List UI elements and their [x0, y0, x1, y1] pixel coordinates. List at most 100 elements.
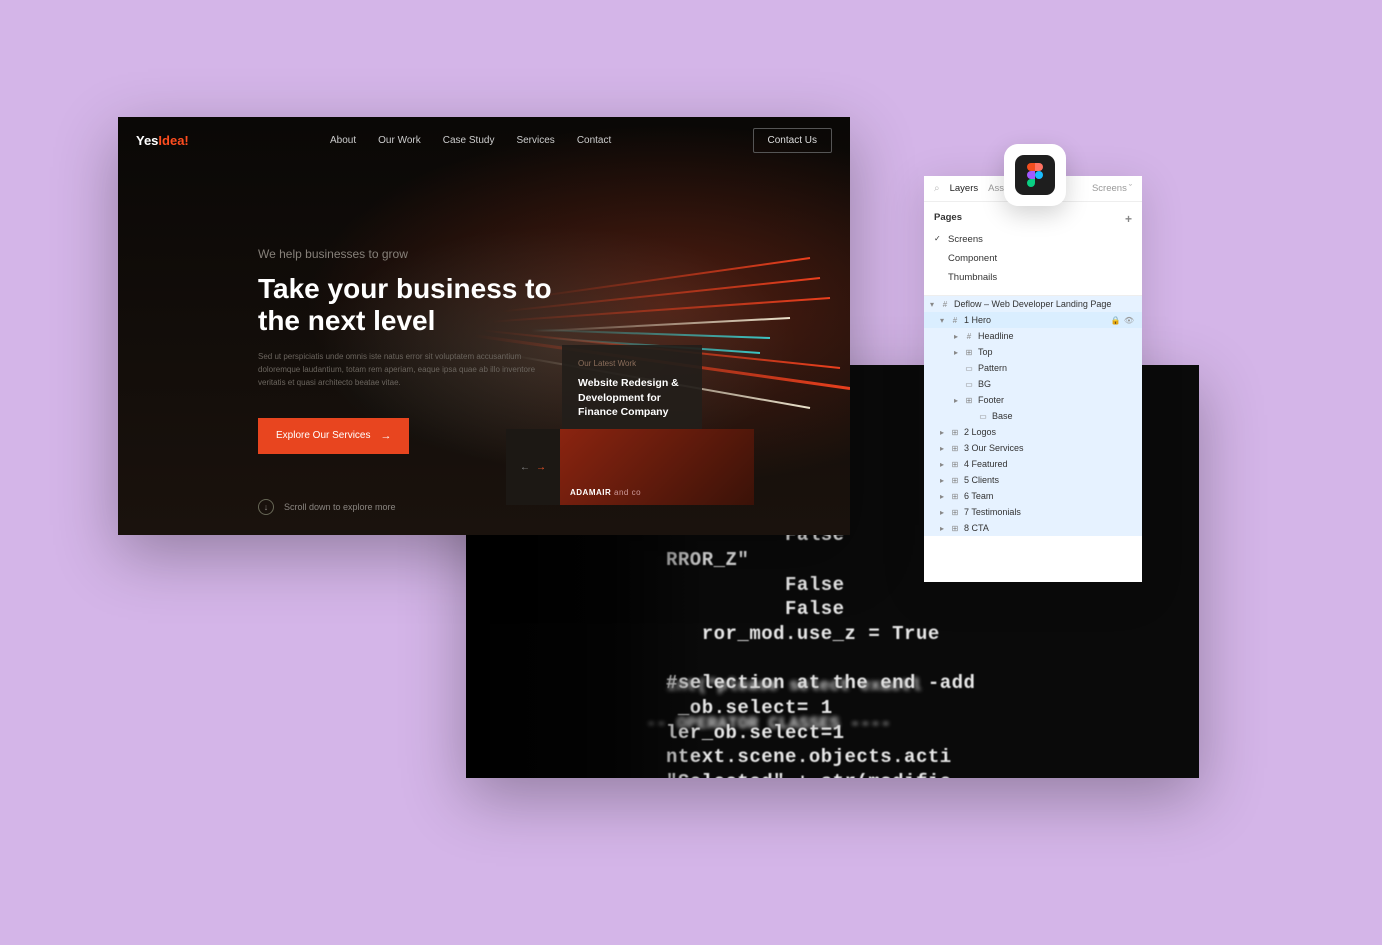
work-card-eyebrow: Our Latest Work: [578, 359, 686, 368]
work-thumbnail: ← → ADAMAIR and co: [506, 429, 754, 505]
layer-name: Headline: [978, 331, 1134, 341]
arrow-right-icon: →: [380, 430, 391, 442]
layer-name: Footer: [978, 395, 1134, 405]
layer-type-icon: ⊞: [950, 444, 960, 453]
layer-name: Base: [992, 411, 1134, 421]
chevron-icon[interactable]: ▸: [938, 524, 946, 533]
chevron-icon[interactable]: ▸: [938, 460, 946, 469]
layer-name: 7 Testimonials: [964, 507, 1134, 517]
layer-row[interactable]: ▸ # Headline: [924, 328, 1142, 344]
cta-label: Explore Our Services: [276, 430, 370, 441]
layer-name: Pattern: [978, 363, 1134, 373]
chevron-icon[interactable]: ▾: [938, 316, 946, 325]
layer-type-icon: ⊞: [964, 396, 974, 405]
add-page-icon[interactable]: +: [1125, 212, 1132, 226]
layer-type-icon: ⊞: [950, 428, 960, 437]
figma-layers-panel: ⌕ Layers Assets Screens ˇ Pages + Screen…: [924, 176, 1142, 582]
thumb-brand: ADAMAIR and co: [570, 488, 641, 497]
scroll-hint-label: Scroll down to explore more: [284, 502, 396, 512]
nav-services[interactable]: Services: [516, 135, 554, 146]
contact-us-button[interactable]: Contact Us: [753, 128, 832, 153]
layer-row[interactable]: ▭Pattern: [924, 360, 1142, 376]
layer-row[interactable]: ▸ ⊞ 7 Testimonials: [924, 504, 1142, 520]
chevron-icon[interactable]: ▸: [938, 444, 946, 453]
chevron-icon[interactable]: ▸: [938, 508, 946, 517]
hero-headline: Take your business to the next level: [258, 273, 578, 337]
hero-section: We help businesses to grow Take your bus…: [258, 247, 578, 454]
layer-name: Top: [978, 347, 1134, 357]
visibility-icon[interactable]: 👁: [1124, 316, 1134, 325]
thumb-image[interactable]: ADAMAIR and co: [560, 429, 754, 505]
layer-name: BG: [978, 379, 1134, 389]
layer-name: 1 Hero: [964, 315, 1107, 325]
thumb-next-icon[interactable]: →: [536, 462, 546, 473]
search-icon[interactable]: ⌕: [934, 183, 940, 194]
layer-row[interactable]: ▸ ⊞ Footer: [924, 392, 1142, 408]
layer-type-icon: ⊞: [950, 476, 960, 485]
logo-part-2: Idea!: [158, 133, 188, 148]
layer-type-icon: ⊞: [950, 492, 960, 501]
layer-type-icon: #: [950, 316, 960, 325]
figma-icon: [1027, 163, 1043, 187]
layer-type-icon: #: [964, 332, 974, 341]
layer-name: 6 Team: [964, 491, 1134, 501]
thumb-nav: ← →: [506, 429, 560, 505]
nav-contact[interactable]: Contact: [577, 135, 611, 146]
chevron-down-icon: ˇ: [1129, 183, 1132, 194]
explore-services-button[interactable]: Explore Our Services →: [258, 418, 409, 454]
pages-title: Pages: [934, 212, 962, 226]
layer-row[interactable]: ▸ ⊞ 6 Team: [924, 488, 1142, 504]
page-selector[interactable]: Screens ˇ: [1092, 183, 1132, 194]
chevron-down-icon[interactable]: ▾: [928, 300, 936, 309]
layer-type-icon: ⊞: [964, 348, 974, 357]
scroll-hint[interactable]: ↓ Scroll down to explore more: [258, 499, 396, 515]
page-item-component[interactable]: Component: [934, 249, 1132, 268]
lock-icon[interactable]: 🔒: [1111, 316, 1121, 325]
chevron-icon[interactable]: ▸: [952, 332, 960, 341]
layer-row[interactable]: ▸ ⊞ 5 Clients: [924, 472, 1142, 488]
chevron-icon[interactable]: ▸: [938, 476, 946, 485]
layer-name: 3 Our Services: [964, 443, 1134, 453]
latest-work-card[interactable]: Our Latest Work Website Redesign & Devel…: [562, 345, 702, 440]
layer-row[interactable]: ▸ ⊞ 3 Our Services: [924, 440, 1142, 456]
page-item-thumbnails[interactable]: Thumbnails: [934, 268, 1132, 287]
frame-name: Deflow – Web Developer Landing Page: [954, 299, 1134, 309]
logo-part-1: Yes: [136, 133, 158, 148]
thumb-prev-icon[interactable]: ←: [520, 462, 530, 473]
website-mockup: YesIdea! About Our Work Case Study Servi…: [118, 117, 850, 535]
pages-section: Pages + Screens Component Thumbnails: [924, 202, 1142, 296]
layer-type-icon: ▭: [964, 380, 974, 389]
frame-icon: #: [940, 300, 950, 309]
frame-header[interactable]: ▾ # Deflow – Web Developer Landing Page: [924, 296, 1142, 312]
scroll-down-icon: ↓: [258, 499, 274, 515]
nav-about[interactable]: About: [330, 135, 356, 146]
layer-row[interactable]: ▸ ⊞ 4 Featured: [924, 456, 1142, 472]
website-logo[interactable]: YesIdea!: [136, 133, 189, 148]
layer-row[interactable]: ▭Base: [924, 408, 1142, 424]
layer-name: 5 Clients: [964, 475, 1134, 485]
layers-tree: ▾ # Deflow – Web Developer Landing Page …: [924, 296, 1142, 536]
tab-layers[interactable]: Layers: [950, 183, 979, 194]
layer-name: 4 Featured: [964, 459, 1134, 469]
layer-type-icon: ⊞: [950, 508, 960, 517]
layer-name: 8 CTA: [964, 523, 1134, 533]
hero-body: Sed ut perspiciatis unde omnis iste natu…: [258, 351, 538, 389]
layer-row[interactable]: ▾ #1 Hero 🔒👁: [924, 312, 1142, 328]
nav-case-study[interactable]: Case Study: [443, 135, 495, 146]
pages-header: Pages +: [934, 208, 1132, 230]
layer-row[interactable]: ▸ ⊞ Top: [924, 344, 1142, 360]
layer-type-icon: ⊞: [950, 460, 960, 469]
chevron-icon[interactable]: ▸: [938, 492, 946, 501]
page-item-screens[interactable]: Screens: [934, 230, 1132, 249]
figma-logo-tile: [1015, 155, 1055, 195]
chevron-icon[interactable]: ▸: [952, 396, 960, 405]
work-card-title: Website Redesign & Development for Finan…: [578, 376, 686, 420]
layer-row[interactable]: ▸⊞8 CTA: [924, 520, 1142, 536]
chevron-icon[interactable]: ▸: [938, 428, 946, 437]
website-header: YesIdea! About Our Work Case Study Servi…: [118, 117, 850, 163]
layer-row[interactable]: ▸⊞2 Logos: [924, 424, 1142, 440]
nav-our-work[interactable]: Our Work: [378, 135, 421, 146]
layer-row[interactable]: ▭ BG: [924, 376, 1142, 392]
chevron-icon[interactable]: ▸: [952, 348, 960, 357]
hero-eyebrow: We help businesses to grow: [258, 247, 578, 261]
